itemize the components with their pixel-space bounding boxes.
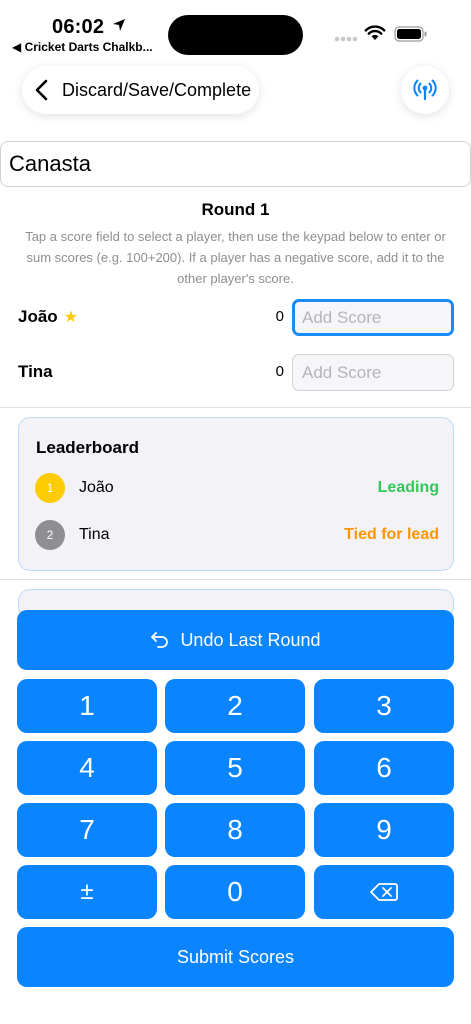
key-7[interactable]: 7 [17, 803, 157, 857]
broadcast-button[interactable] [401, 66, 449, 114]
game-name-field[interactable]: Canasta [0, 141, 471, 187]
status-bar: 06:02 ◀ Cricket Darts Chalkb... [0, 0, 471, 60]
key-8[interactable]: 8 [165, 803, 305, 857]
divider [0, 579, 471, 580]
backspace-button[interactable] [314, 865, 454, 919]
leaderboard-row: 2 Tina Tied for lead [35, 520, 439, 550]
dynamic-island [168, 15, 303, 55]
leaderboard-status: Leading [377, 479, 439, 496]
key-2[interactable]: 2 [165, 679, 305, 733]
player-score: 0 [275, 308, 284, 325]
wifi-icon [364, 25, 386, 40]
discard-save-complete-button[interactable]: Discard/Save/Complete [22, 66, 259, 114]
star-icon: ★ [63, 309, 79, 326]
key-9[interactable]: 9 [314, 803, 454, 857]
delete-left-icon [370, 883, 398, 901]
player-score: 0 [275, 363, 284, 380]
battery-icon [394, 26, 427, 42]
undo-label: Undo Last Round [180, 629, 321, 650]
player-name: Tina [18, 362, 53, 382]
player-name-label: Tina [18, 362, 53, 381]
round-title: Round 1 [201, 200, 270, 219]
score-input[interactable]: Add Score [292, 299, 454, 336]
rank-badge: 2 [35, 520, 65, 550]
score-input[interactable]: Add Score [292, 354, 454, 391]
status-time: 06:02 [52, 16, 105, 38]
player-name: João ★ [18, 307, 78, 327]
leaderboard-card: Leaderboard 1 João Leading 2 Tina Tied f… [18, 417, 454, 571]
key-5[interactable]: 5 [165, 741, 305, 795]
key-0[interactable]: 0 [165, 865, 305, 919]
leaderboard-name: João [79, 479, 114, 496]
signal-dots-icon [334, 36, 358, 42]
chevron-left-icon [35, 79, 48, 101]
key-1[interactable]: 1 [17, 679, 157, 733]
nav-title: Discard/Save/Complete [62, 79, 252, 100]
leaderboard-title: Leaderboard [36, 438, 139, 457]
divider [0, 407, 471, 408]
player-name-label: João [18, 307, 58, 326]
key-plus-minus[interactable]: ± [17, 865, 157, 919]
back-to-app-link[interactable]: ◀ Cricket Darts Chalkb... [12, 40, 153, 54]
antenna-icon [413, 79, 437, 101]
key-4[interactable]: 4 [17, 741, 157, 795]
key-6[interactable]: 6 [314, 741, 454, 795]
player-row: Tina 0 Add Score [18, 354, 454, 392]
leaderboard-status: Tied for lead [344, 526, 439, 543]
location-arrow-icon [113, 19, 125, 31]
player-row: João ★ 0 Add Score [18, 299, 454, 337]
leaderboard-row: 1 João Leading [35, 473, 439, 503]
undo-arrow-icon [151, 632, 169, 648]
instructions-text: Tap a score field to select a player, th… [25, 229, 446, 286]
key-3[interactable]: 3 [314, 679, 454, 733]
undo-last-round-button[interactable]: Undo Last Round [17, 610, 454, 670]
submit-scores-button[interactable]: Submit Scores [17, 927, 454, 987]
leaderboard-name: Tina [79, 526, 110, 543]
rank-badge: 1 [35, 473, 65, 503]
